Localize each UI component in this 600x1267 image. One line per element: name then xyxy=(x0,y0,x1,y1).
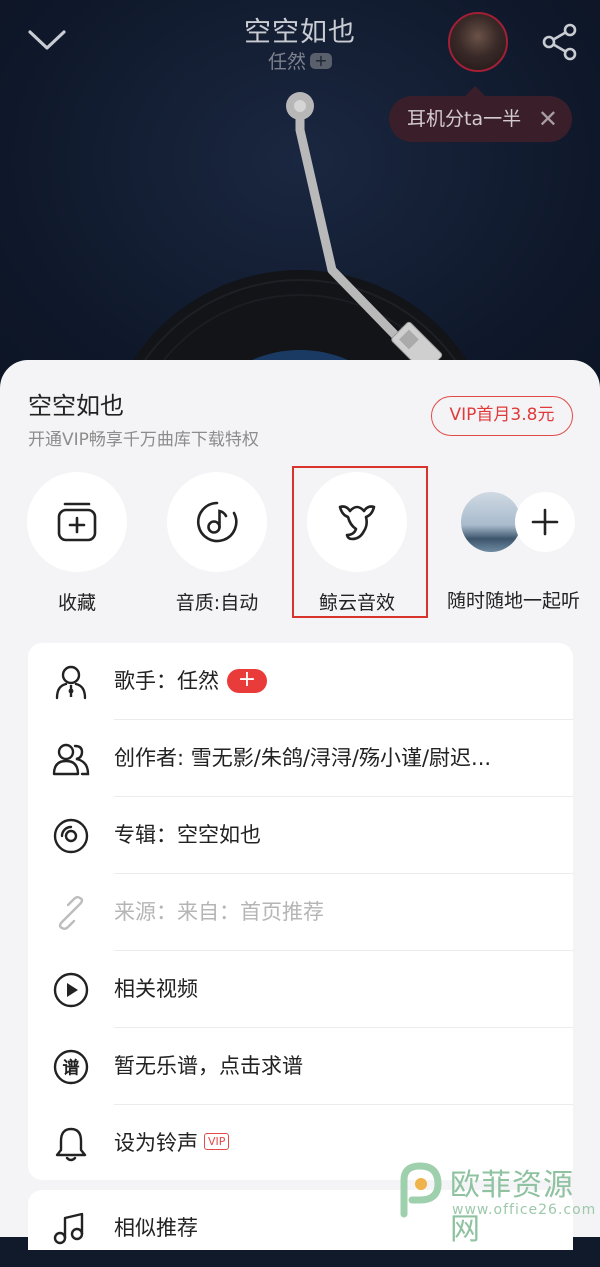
creators-text: 创作者: 雪无影/朱鸽/浔浔/殇小谨/尉迟... xyxy=(114,746,492,770)
similar-music-icon xyxy=(53,1212,84,1245)
site-watermark: 欧菲资源网 www.office26.com xyxy=(392,1150,600,1247)
creators-icon xyxy=(52,743,90,776)
singer-icon xyxy=(55,665,87,700)
collect-button[interactable] xyxy=(27,472,127,572)
listen-together-label: 随时随地一起听 xyxy=(447,590,581,612)
user-avatar[interactable] xyxy=(448,12,508,72)
collect-label: 收藏 xyxy=(57,592,96,614)
related-videos-text: 相关视频 xyxy=(114,977,198,1001)
highlight-annotation-box xyxy=(292,466,428,618)
source-link-icon xyxy=(58,896,84,930)
vip-tag: VIP xyxy=(204,1133,230,1150)
source-text: 来源：来自：首页推荐 xyxy=(114,900,324,924)
ringtone-row-text: 设为铃声 VIP xyxy=(114,1127,230,1157)
menu-item-related-videos[interactable]: 相关视频 xyxy=(28,951,573,1028)
quality-button[interactable] xyxy=(167,472,267,572)
ringtone-text: 设为铃声 xyxy=(114,1131,198,1155)
add-to-collection-icon xyxy=(57,502,97,542)
share-icon[interactable] xyxy=(540,22,580,62)
menu-item-album[interactable]: 专辑：空空如也 xyxy=(28,797,573,874)
menu-item-source: 来源：来自：首页推荐 xyxy=(28,874,573,951)
collect-action[interactable]: 收藏 xyxy=(7,472,147,615)
menu-item-sheet-music[interactable]: 谱 暂无乐谱，点击求谱 xyxy=(28,1028,573,1105)
menu-item-creators[interactable]: 创作者: 雪无影/朱鸽/浔浔/殇小谨/尉迟... xyxy=(28,720,573,797)
sheet-subtitle: 开通VIP畅享千万曲库下载特权 xyxy=(28,430,259,450)
now-playing-title: 空空如也 xyxy=(244,17,356,48)
bell-icon xyxy=(55,1127,87,1162)
invite-plus-button[interactable] xyxy=(515,492,575,552)
sheet-music-text: 暂无乐谱，点击求谱 xyxy=(114,1054,303,1078)
sheet-title: 空空如也 xyxy=(28,392,124,420)
artist-name[interactable]: 任然 xyxy=(268,51,306,73)
video-play-icon xyxy=(53,972,89,1008)
quality-action[interactable]: 音质:自动 xyxy=(147,472,287,615)
vip-offer-button[interactable]: VIP首月3.8元 xyxy=(431,396,573,436)
listen-together-button[interactable] xyxy=(461,492,576,552)
sheet-music-icon: 谱 xyxy=(53,1049,89,1085)
follow-artist-chip[interactable]: + xyxy=(310,53,332,69)
tonearm xyxy=(286,92,443,370)
friend-avatar xyxy=(461,492,521,552)
singer-row-text: 歌手：任然 + xyxy=(114,665,267,695)
svg-text:谱: 谱 xyxy=(63,1058,80,1079)
plus-icon xyxy=(531,508,559,536)
close-bubble-icon[interactable]: ✕ xyxy=(538,96,558,142)
menu-item-singer[interactable]: 歌手：任然 + xyxy=(28,643,573,720)
music-note-quality-icon xyxy=(197,501,238,543)
album-icon xyxy=(53,818,89,854)
follow-singer-badge[interactable]: + xyxy=(227,669,267,693)
quality-label: 音质:自动 xyxy=(175,592,259,614)
more-options-sheet: 空空如也 开通VIP畅享千万曲库下载特权 VIP首月3.8元 收藏 音质:自动 xyxy=(0,360,600,1250)
watermark-logo-icon xyxy=(400,1162,442,1218)
album-text: 专辑：空空如也 xyxy=(114,823,261,847)
singer-text: 歌手：任然 xyxy=(114,669,219,693)
watermark-url: www.office26.com xyxy=(452,1202,597,1218)
now-playing-artist[interactable]: 任然 + xyxy=(0,47,600,74)
song-info-menu: 歌手：任然 + 创作者: 雪无影/朱鸽/浔浔/殇小谨/尉迟... 专辑：空空如也 xyxy=(28,643,573,1180)
similar-text: 相似推荐 xyxy=(114,1216,198,1240)
